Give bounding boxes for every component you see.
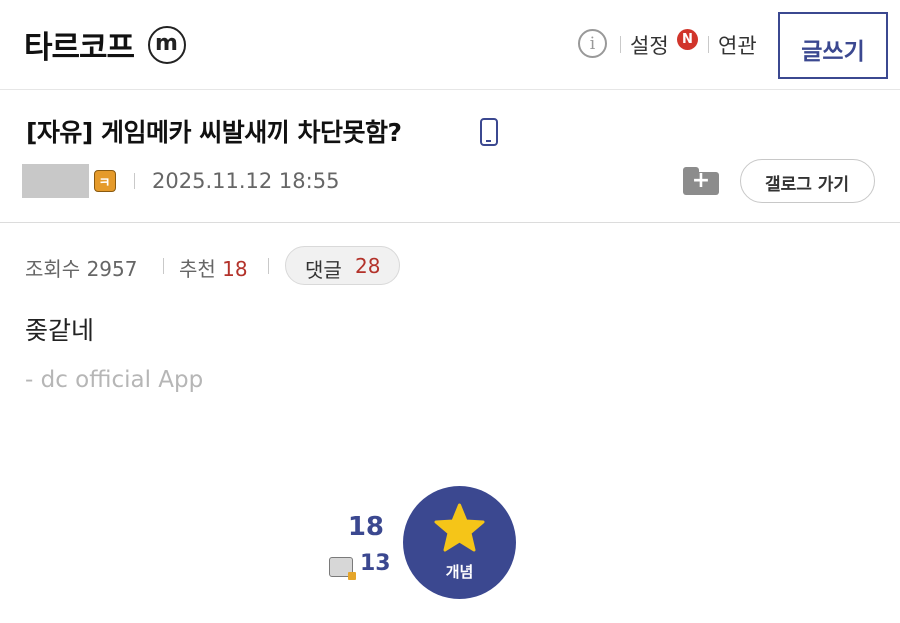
- upvote-count: 18: [347, 512, 384, 542]
- recommend-number: 18: [222, 257, 248, 281]
- divider: [708, 36, 709, 53]
- upvote-button-label: 개념: [445, 563, 474, 581]
- recommend-label: 추천: [179, 257, 216, 281]
- gallog-button-label: 갤로그 가기: [764, 175, 850, 195]
- post-title: [자유] 게임메카 씨발새끼 차단못함?: [26, 118, 402, 147]
- post-date: 2025.11.12 18:55: [152, 169, 340, 193]
- star-icon: [434, 503, 485, 552]
- fixed-nick-recommend-count: 13: [360, 551, 391, 576]
- divider: [163, 258, 164, 274]
- fixed-nick-recommend-icon: [329, 557, 356, 580]
- app-signature: - dc official App: [25, 367, 204, 393]
- settings-link[interactable]: 설정: [630, 30, 669, 60]
- author-nickname[interactable]: [22, 164, 89, 198]
- post-content: 좆같네: [25, 316, 95, 345]
- divider: [620, 36, 621, 53]
- gallery-header: 타르코프 m i 설정 N 연관 글쓰기: [0, 0, 900, 90]
- new-badge: N: [677, 29, 698, 50]
- view-number: 2957: [86, 257, 138, 281]
- comment-number: 28: [355, 254, 381, 278]
- folder-add-icon[interactable]: +: [683, 167, 719, 195]
- info-icon[interactable]: i: [578, 29, 607, 58]
- post-header: [자유] 게임메카 씨발새끼 차단못함? ㅋ 2025.11.12 18:55 …: [0, 91, 900, 223]
- plus-icon: +: [691, 168, 711, 193]
- gallery-name[interactable]: 타르코프: [24, 22, 135, 67]
- gallog-button[interactable]: 갤로그 가기: [740, 159, 875, 203]
- upvote-button[interactable]: 개념: [403, 486, 516, 599]
- write-button[interactable]: 글쓰기: [778, 12, 888, 79]
- view-label: 조회수: [25, 257, 81, 281]
- divider: [268, 258, 269, 274]
- fixed-nick-glyph: ㅋ: [98, 176, 111, 191]
- minor-gallery-icon: m: [148, 26, 186, 64]
- comment-count-button[interactable]: 댓글 28: [285, 246, 400, 285]
- view-count: 조회수 2957: [25, 253, 137, 282]
- info-icon-glyph: i: [589, 34, 596, 54]
- recommend-count: 추천 18: [179, 253, 248, 282]
- comment-label: 댓글: [305, 258, 342, 282]
- fixed-nick-icon: ㅋ: [94, 170, 116, 192]
- phone-icon: [480, 118, 498, 146]
- write-button-label: 글쓰기: [801, 39, 865, 65]
- divider: [134, 173, 135, 189]
- minor-badge-letter: m: [155, 31, 178, 56]
- related-link[interactable]: 연관: [718, 30, 757, 60]
